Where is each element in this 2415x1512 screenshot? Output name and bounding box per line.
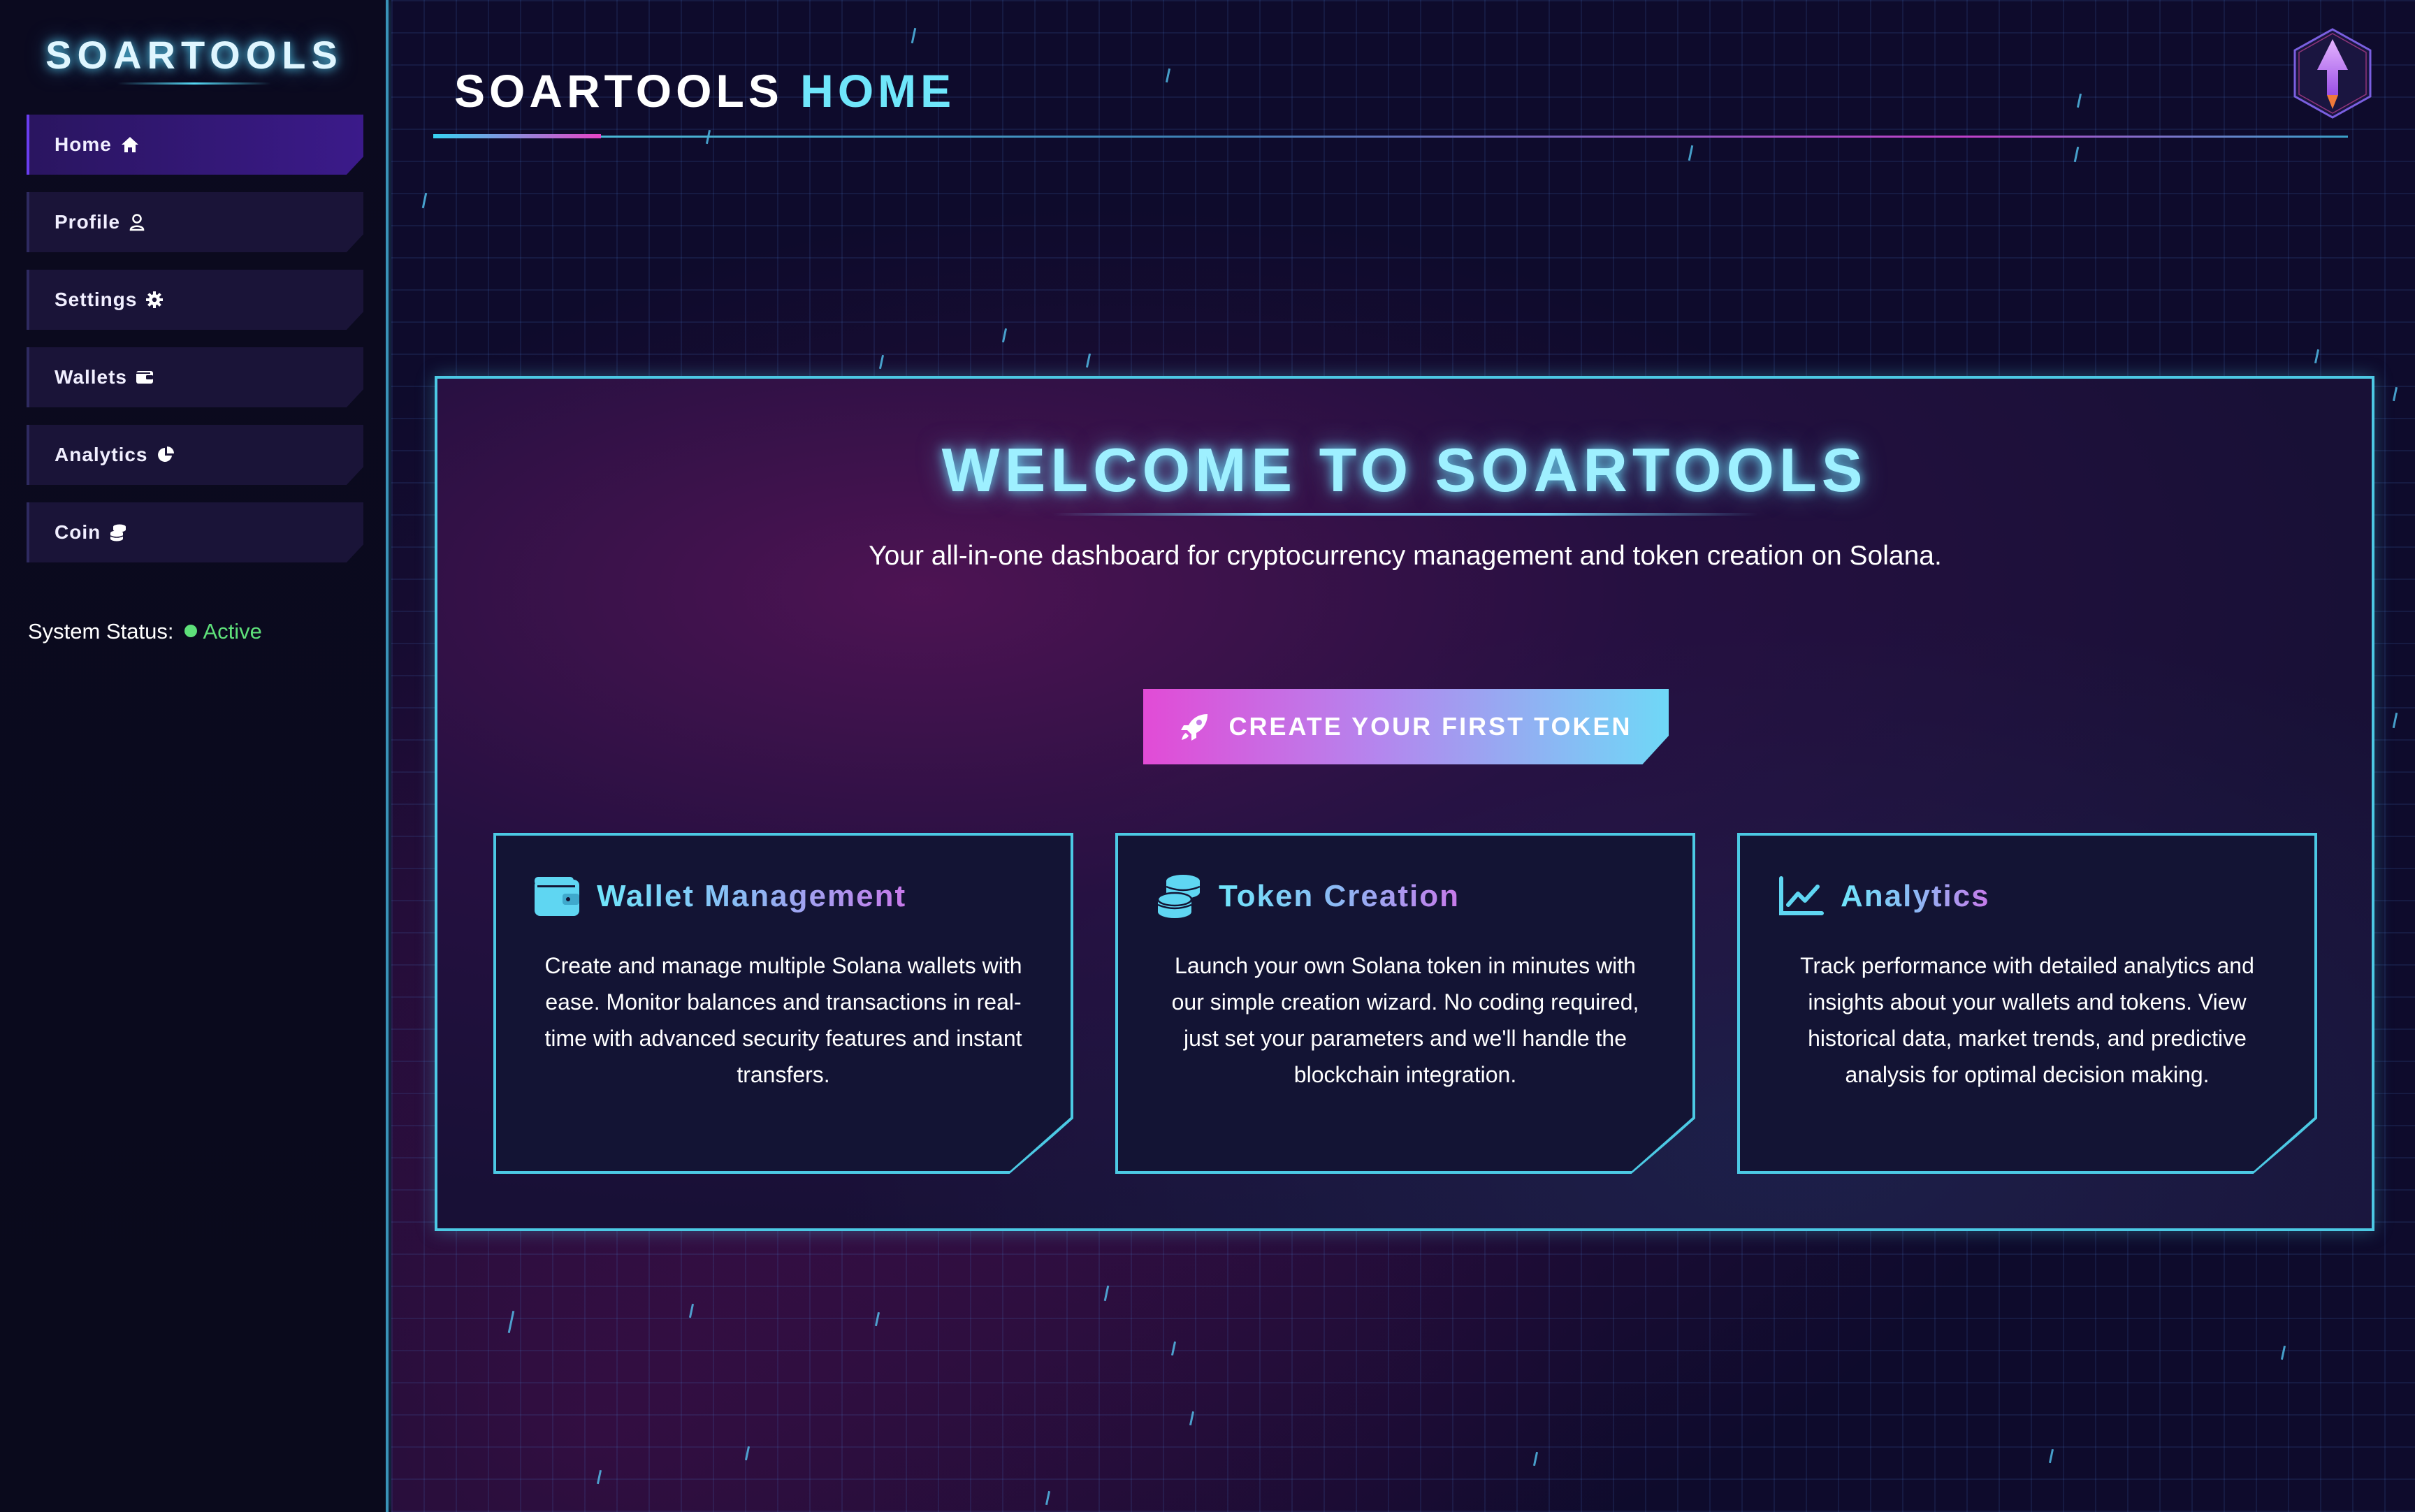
wallet-icon (532, 872, 581, 921)
sidebar: SOARTOOLS Home Profile Settings Wallets … (0, 0, 389, 1512)
welcome-panel: WELCOME TO SOARTOOLS Your all-in-one das… (435, 376, 2374, 1231)
status-label: System Status: (28, 619, 174, 644)
rocket-icon (1180, 711, 1210, 742)
title-divider-accent (433, 134, 601, 138)
system-status: System Status: Active (28, 619, 262, 644)
card-description: Track performance with detailed analytic… (1800, 953, 2254, 1087)
card-title: Token Creation (1219, 879, 1460, 913)
sidebar-item-label: Home (55, 133, 112, 155)
line-chart-icon (1776, 872, 1825, 921)
rocket-badge-icon[interactable] (2292, 27, 2373, 120)
gear-icon (145, 291, 164, 309)
create-token-label: CREATE YOUR FIRST TOKEN (1228, 712, 1632, 741)
wallet-icon (136, 370, 154, 385)
create-token-button[interactable]: CREATE YOUR FIRST TOKEN (1143, 689, 1669, 764)
card-header: Token Creation (1154, 872, 1460, 921)
feature-card-analytics[interactable]: Analytics Track performance with detaile… (1737, 833, 2317, 1174)
card-header: Analytics (1776, 872, 1990, 921)
sidebar-item-label: Analytics (55, 444, 148, 465)
app-root: SOARTOOLS Home Profile Settings Wallets … (0, 0, 2415, 1512)
sidebar-item-coin[interactable]: Coin (27, 502, 363, 562)
welcome-subtitle: Your all-in-one dashboard for cryptocurr… (869, 541, 1942, 571)
card-title: Wallet Management (597, 879, 907, 913)
card-description: Launch your own Solana token in minutes … (1171, 953, 1639, 1087)
feature-card-token-creation[interactable]: Token Creation Launch your own Solana to… (1115, 833, 1695, 1174)
coins-icon (109, 523, 127, 541)
sidebar-item-analytics[interactable]: Analytics (27, 425, 363, 485)
status-value: Active (203, 619, 262, 644)
title-divider (433, 136, 2348, 138)
card-title: Analytics (1841, 879, 1990, 913)
sidebar-nav: Home Profile Settings Wallets Analytics … (27, 115, 363, 580)
main-content: SOARTOOLS HOME WELCOME TO SOARTOOLS Your… (391, 0, 2415, 1512)
sidebar-item-profile[interactable]: Profile (27, 192, 363, 252)
home-icon (120, 136, 140, 154)
pie-chart-icon (157, 446, 175, 464)
page-title-accent: HOME (800, 65, 956, 117)
page-title: SOARTOOLS HOME (454, 64, 955, 117)
coins-icon (1154, 872, 1203, 921)
sidebar-item-home[interactable]: Home (27, 115, 363, 175)
status-dot-icon (184, 625, 198, 637)
welcome-divider (1052, 513, 1758, 516)
page-title-main: SOARTOOLS (454, 65, 783, 117)
sidebar-item-label: Coin (55, 521, 101, 543)
feature-card-wallet-management[interactable]: Wallet Management Create and manage mult… (493, 833, 1073, 1174)
sidebar-item-settings[interactable]: Settings (27, 270, 363, 330)
sidebar-item-label: Settings (55, 289, 138, 310)
sidebar-item-label: Wallets (55, 366, 127, 388)
card-description: Create and manage multiple Solana wallet… (544, 953, 1022, 1087)
sidebar-logo[interactable]: SOARTOOLS (0, 32, 389, 78)
user-icon (129, 213, 145, 231)
card-header: Wallet Management (532, 872, 906, 921)
logo-underline (117, 82, 271, 85)
welcome-title: WELCOME TO SOARTOOLS (941, 435, 1868, 504)
sidebar-item-label: Profile (55, 211, 121, 233)
sidebar-item-wallets[interactable]: Wallets (27, 347, 363, 407)
